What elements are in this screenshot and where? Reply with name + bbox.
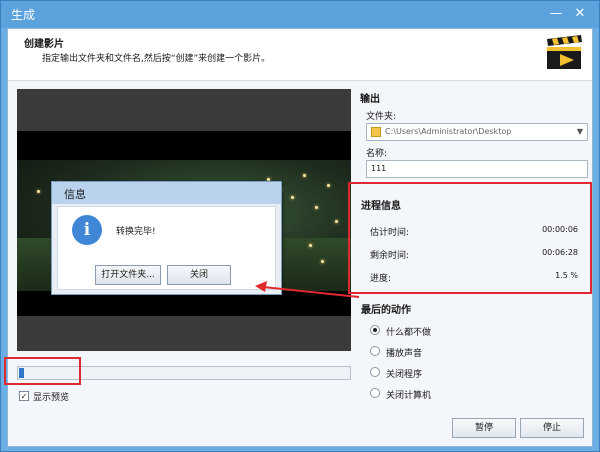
header-subtitle: 指定输出文件夹和文件名,然后按“创建”来创建一个影片。 [42,54,271,64]
string-light [315,206,318,209]
name-input[interactable]: 111 [366,160,588,178]
clapperboard-icon [547,35,582,69]
open-folder-button[interactable]: 打开文件夹... [95,265,161,285]
radio-shutdown-label: 关闭计算机 [386,391,432,401]
string-light [335,220,338,223]
output-section-title: 输出 [360,94,380,105]
string-light [327,184,330,187]
radio-play-sound[interactable] [370,346,380,356]
red-arrow-annotation [255,281,360,298]
string-light [37,190,40,193]
title-bar[interactable]: 生成 — ✕ [1,1,599,28]
radio-shutdown[interactable] [370,388,380,398]
folder-value: C:\Users\Administrator\Desktop [385,127,512,136]
header-title: 创建影片 [24,39,64,50]
show-preview-label: 显示预览 [33,393,70,403]
info-dialog: 信息 i 转换完毕! 打开文件夹... 关闭 [51,181,282,295]
radio-play-sound-label: 播放声音 [386,349,423,359]
letterbox-top [17,131,351,160]
radio-do-nothing-label: 什么都不做 [386,328,432,338]
header: 创建影片 指定输出文件夹和文件名,然后按“创建”来创建一个影片。 [8,29,592,81]
string-light [309,244,312,247]
radio-do-nothing[interactable] [370,325,380,335]
folder-select[interactable]: C:\Users\Administrator\Desktop ▼ [366,123,588,141]
info-dialog-titlebar[interactable]: 信息 [52,182,281,204]
name-label: 名称: [366,149,388,159]
info-dialog-body: i 转换完毕! 打开文件夹... 关闭 [57,206,276,290]
stop-button[interactable]: 停止 [520,418,584,438]
info-message: 转换完毕! [116,227,156,237]
radio-close-program[interactable] [370,367,380,377]
folder-icon [371,127,381,137]
string-light [321,260,324,263]
string-light [303,174,306,177]
radio-close-program-label: 关闭程序 [386,370,423,380]
info-icon: i [72,215,102,245]
close-button[interactable]: ✕ [569,4,591,24]
dialog-client: 创建影片 指定输出文件夹和文件名,然后按“创建”来创建一个影片。 信息 i 转换… [4,28,593,447]
string-light [291,196,294,199]
pause-button[interactable]: 暂停 [452,418,516,438]
minimize-button[interactable]: — [545,4,567,24]
info-dialog-title: 信息 [64,188,86,201]
progress-info-highlight-box [348,182,592,294]
window-title: 生成 [11,8,36,22]
final-action-title: 最后的动作 [361,305,411,316]
show-preview-checkbox[interactable]: ✓ [19,391,29,401]
app-window: 生成 — ✕ 创建影片 指定输出文件夹和文件名,然后按“创建”来创建一个影片。 [0,0,600,452]
folder-label: 文件夹: [366,112,397,122]
progress-highlight-box [4,357,81,385]
chevron-down-icon[interactable]: ▼ [577,127,583,136]
info-close-button[interactable]: 关闭 [167,265,231,285]
